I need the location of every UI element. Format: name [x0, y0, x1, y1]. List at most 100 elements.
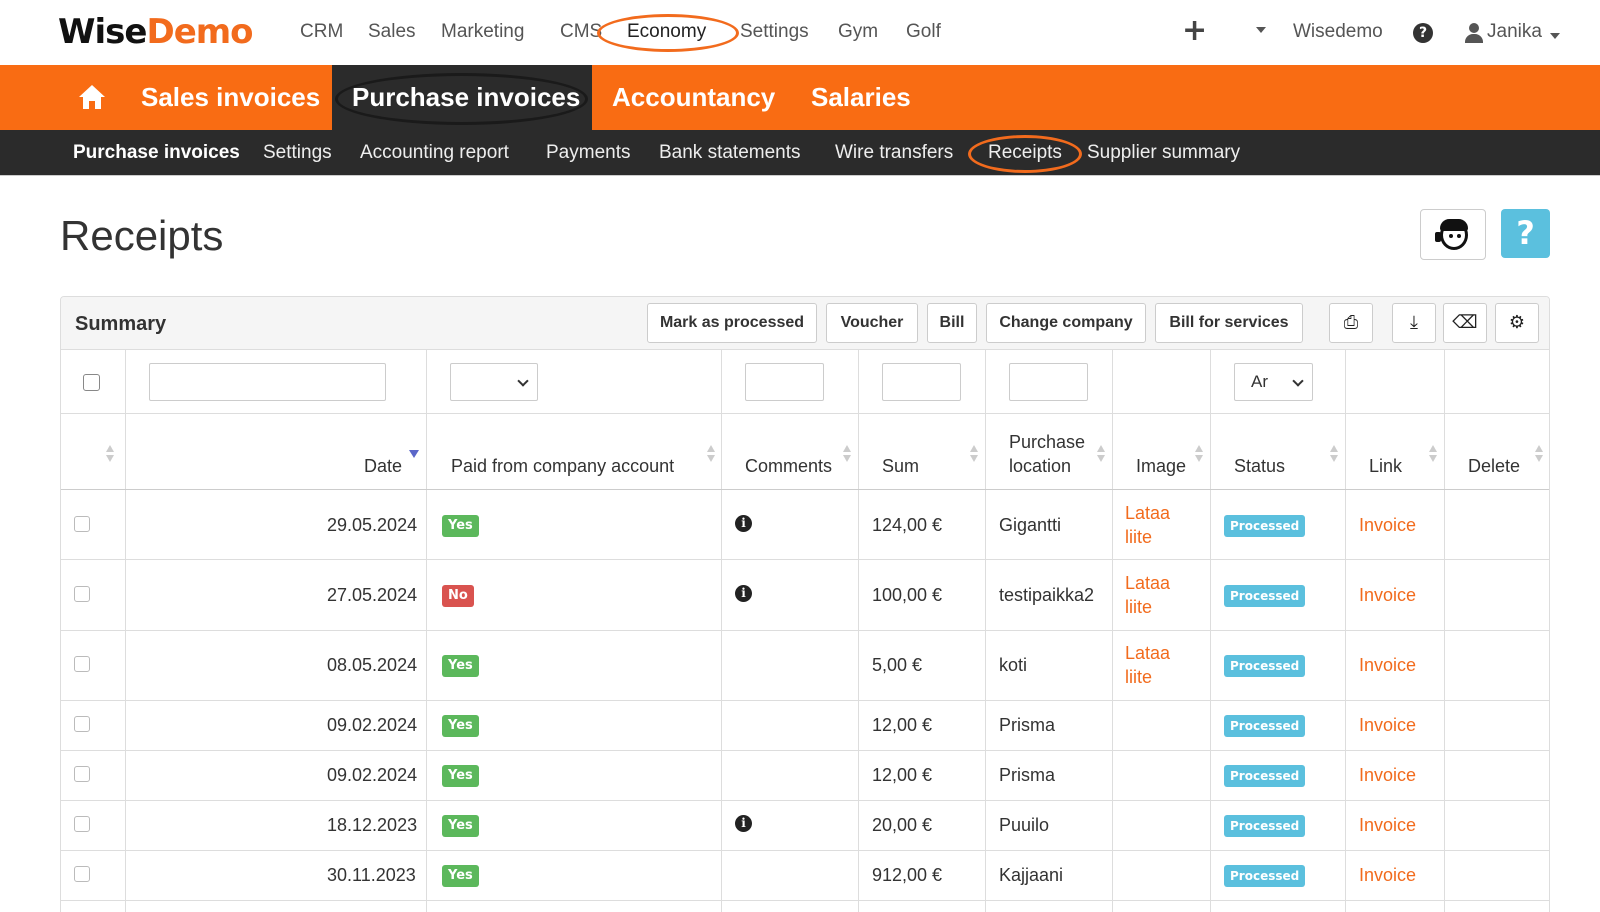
subnav-settings[interactable]: Settings — [263, 130, 332, 176]
cell-sum: 12,00 € — [872, 765, 933, 785]
logo-text-wise: Wise — [58, 12, 147, 52]
change-company-button[interactable]: Change company — [986, 303, 1146, 343]
subnav-bank-statements[interactable]: Bank statements — [659, 130, 801, 176]
nav-economy[interactable]: Economy — [627, 21, 706, 43]
invoice-link[interactable]: Invoice — [1359, 763, 1416, 787]
mark-as-processed-button[interactable]: Mark as processed — [647, 303, 817, 343]
sub-navbar: Purchase invoices Settings Accounting re… — [0, 130, 1600, 176]
sort-icon[interactable] — [1330, 445, 1338, 463]
nav-cms[interactable]: CMS — [560, 21, 602, 43]
invoice-link[interactable]: Invoice — [1359, 513, 1416, 537]
cell-sum: 20,00 € — [872, 815, 933, 835]
header-status[interactable]: Status — [1234, 454, 1285, 478]
paid-badge: Yes — [442, 515, 479, 537]
sort-icon[interactable] — [1097, 445, 1105, 463]
location-filter-input[interactable] — [1009, 363, 1088, 401]
row-checkbox[interactable] — [74, 816, 90, 832]
wisedemo-logo[interactable]: WiseDemo — [58, 12, 254, 52]
header-comments[interactable]: Comments — [745, 454, 832, 478]
sort-icon[interactable] — [1535, 445, 1543, 463]
row-checkbox[interactable] — [74, 866, 90, 882]
image-link-line1[interactable]: Lataa — [1125, 641, 1170, 665]
chevron-down-icon[interactable] — [1256, 27, 1266, 33]
paid-filter-select[interactable] — [450, 363, 538, 401]
invoice-link[interactable]: Invoice — [1359, 653, 1416, 677]
image-link-line1[interactable]: Lataa — [1125, 501, 1170, 525]
module-salaries[interactable]: Salaries — [791, 65, 931, 130]
sort-icon[interactable] — [970, 445, 978, 463]
nav-settings[interactable]: Settings — [740, 21, 809, 43]
image-link-line2[interactable]: liite — [1125, 595, 1152, 619]
image-link-line2[interactable]: liite — [1125, 525, 1152, 549]
status-filter-select[interactable]: Ar — [1234, 363, 1313, 401]
nav-sales[interactable]: Sales — [368, 21, 416, 43]
module-purchase-invoices[interactable]: Purchase invoices — [332, 65, 592, 130]
subnav-receipts[interactable]: Receipts — [988, 130, 1062, 176]
user-menu[interactable]: Janika — [1487, 21, 1542, 43]
date-filter-input[interactable] — [149, 363, 386, 401]
subnav-payments[interactable]: Payments — [546, 130, 630, 176]
invoice-link[interactable]: Invoice — [1359, 863, 1416, 887]
question-circle-icon[interactable]: ? — [1413, 23, 1433, 43]
eraser-icon[interactable]: ⌫ — [1443, 303, 1487, 343]
sort-icon[interactable] — [106, 445, 114, 463]
voucher-button[interactable]: Voucher — [826, 303, 918, 343]
invoice-link[interactable]: Invoice — [1359, 713, 1416, 737]
module-sales-invoices[interactable]: Sales invoices — [121, 65, 340, 130]
info-icon[interactable]: i — [735, 815, 752, 832]
header-image[interactable]: Image — [1136, 454, 1186, 478]
row-checkbox[interactable] — [74, 716, 90, 732]
info-icon[interactable]: i — [735, 515, 752, 532]
paid-badge: Yes — [442, 715, 479, 737]
cell-location: Gigantti — [999, 515, 1062, 535]
row-checkbox[interactable] — [74, 586, 90, 602]
sort-icon[interactable] — [1429, 445, 1437, 463]
module-accountancy[interactable]: Accountancy — [592, 65, 795, 130]
subnav-accounting-report[interactable]: Accounting report — [360, 130, 509, 176]
company-name[interactable]: Wisedemo — [1293, 21, 1383, 43]
header-purchase-location-line2[interactable]: location — [1009, 454, 1071, 478]
plus-icon[interactable]: + — [1182, 16, 1207, 46]
invoice-link[interactable]: Invoice — [1359, 813, 1416, 837]
sort-icon[interactable] — [707, 445, 715, 463]
select-all-checkbox[interactable] — [83, 374, 100, 391]
download-icon[interactable]: ⤓ — [1392, 303, 1436, 343]
status-badge: Processed — [1224, 865, 1306, 887]
header-link[interactable]: Link — [1369, 454, 1402, 478]
home-icon[interactable] — [79, 85, 105, 109]
status-badge: Processed — [1224, 765, 1306, 787]
nav-crm[interactable]: CRM — [300, 21, 343, 43]
header-delete[interactable]: Delete — [1468, 454, 1520, 478]
bill-button[interactable]: Bill — [927, 303, 977, 343]
row-checkbox[interactable] — [74, 516, 90, 532]
comments-filter-input[interactable] — [745, 363, 824, 401]
header-sum[interactable]: Sum — [882, 454, 919, 478]
invoice-link[interactable]: Invoice — [1359, 583, 1416, 607]
header-date[interactable]: Date — [364, 454, 402, 478]
print-icon[interactable]: ⎙ — [1329, 303, 1373, 343]
nav-marketing[interactable]: Marketing — [441, 21, 524, 43]
user-chevron-down-icon[interactable] — [1550, 33, 1560, 39]
subnav-wire-transfers[interactable]: Wire transfers — [835, 130, 953, 176]
subnav-purchase-invoices[interactable]: Purchase invoices — [73, 130, 240, 176]
bill-for-services-button[interactable]: Bill for services — [1155, 303, 1303, 343]
image-link-line2[interactable]: liite — [1125, 665, 1152, 689]
subnav-supplier-summary[interactable]: Supplier summary — [1087, 130, 1240, 176]
help-button[interactable]: ? — [1501, 209, 1550, 258]
header-paid-from-company-account[interactable]: Paid from company account — [451, 454, 674, 478]
nav-gym[interactable]: Gym — [838, 21, 878, 43]
info-icon[interactable]: i — [735, 585, 752, 602]
row-checkbox[interactable] — [74, 766, 90, 782]
row-checkbox[interactable] — [74, 656, 90, 672]
sort-desc-icon[interactable] — [409, 450, 419, 458]
gear-icon[interactable]: ⚙ — [1495, 303, 1539, 343]
nav-golf[interactable]: Golf — [906, 21, 941, 43]
user-icon[interactable] — [1465, 23, 1483, 43]
status-badge: Processed — [1224, 585, 1306, 607]
sort-icon[interactable] — [1195, 445, 1203, 463]
sort-icon[interactable] — [843, 445, 851, 463]
header-purchase-location-line1[interactable]: Purchase — [1009, 430, 1085, 454]
image-link-line1[interactable]: Lataa — [1125, 571, 1170, 595]
sum-filter-input[interactable] — [882, 363, 961, 401]
customer-support-button[interactable] — [1420, 209, 1486, 260]
